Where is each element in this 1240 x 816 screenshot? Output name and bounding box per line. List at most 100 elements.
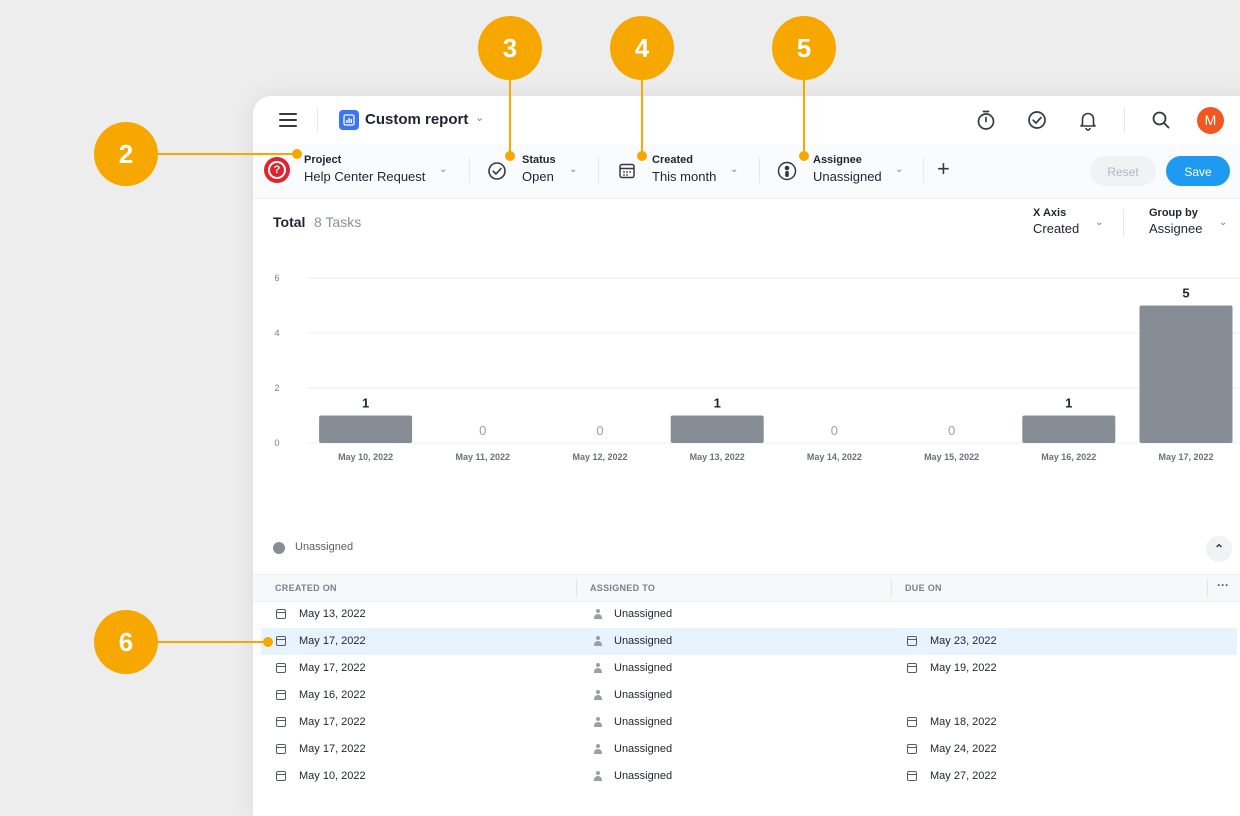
group-by-value: Assignee <box>1149 221 1203 236</box>
x-tick-label: May 12, 2022 <box>572 452 627 462</box>
y-tick-label: 0 <box>274 438 279 448</box>
data-label: 0 <box>831 423 838 438</box>
callout-dot <box>799 151 809 161</box>
column-header-due[interactable]: DUE ON <box>905 583 942 593</box>
check-circle-icon[interactable] <box>1026 109 1048 131</box>
callout-badge: 6 <box>94 610 158 674</box>
calendar-icon <box>276 663 286 673</box>
table-row[interactable]: May 17, 2022 Unassigned May 18, 2022 <box>261 709 1237 736</box>
top-bar: Custom report ⌄ M <box>253 96 1240 145</box>
chevron-down-icon[interactable]: ⌄ <box>730 164 738 175</box>
assignee-filter[interactable]: Assignee Unassigned ⌄ <box>773 144 913 198</box>
legend-swatch <box>273 542 285 554</box>
search-icon[interactable] <box>1150 109 1172 131</box>
legend-label: Unassigned <box>295 541 354 553</box>
created-filter-label: Created <box>652 154 693 166</box>
calendar-icon <box>276 744 286 754</box>
due-on-cell: May 23, 2022 <box>930 635 997 647</box>
user-icon <box>593 771 603 782</box>
assigned-to-cell: Unassigned <box>614 770 673 782</box>
filter-bar: ? Project Help Center Request ⌄ Status O… <box>253 144 1240 199</box>
chevron-down-icon[interactable]: ⌄ <box>439 164 447 175</box>
user-circle-icon <box>777 161 797 181</box>
help-center-icon: ? <box>264 157 290 183</box>
callout-line <box>158 641 268 643</box>
calendar-icon <box>907 717 917 727</box>
bar <box>319 415 413 443</box>
calendar-icon <box>276 609 286 619</box>
chevron-down-icon[interactable]: ⌄ <box>1095 217 1103 228</box>
reset-button[interactable]: Reset <box>1090 156 1156 186</box>
divider <box>576 579 577 597</box>
chevron-down-icon[interactable]: ⌄ <box>475 111 484 124</box>
status-filter[interactable]: Status Open ⌄ <box>483 144 583 198</box>
created-filter[interactable]: Created This month ⌄ <box>613 144 743 198</box>
table-row[interactable]: May 17, 2022 Unassigned May 23, 2022 <box>261 628 1237 655</box>
x-axis-label: X Axis <box>1033 207 1067 219</box>
table-body: May 13, 2022 Unassigned May 17, 2022 Unassi… <box>261 601 1237 790</box>
table-row[interactable]: May 16, 2022 Unassigned <box>261 682 1237 709</box>
user-icon <box>593 663 603 674</box>
check-circle-icon <box>488 162 506 180</box>
callout-badge: 5 <box>772 16 836 80</box>
divider <box>759 157 760 183</box>
status-filter-value: Open <box>522 169 554 184</box>
table-row[interactable]: May 13, 2022 Unassigned <box>261 601 1237 628</box>
table-row[interactable]: May 17, 2022 Unassigned May 19, 2022 <box>261 655 1237 682</box>
data-label: 0 <box>596 423 603 438</box>
calendar-icon <box>907 663 917 673</box>
divider <box>1123 209 1124 237</box>
callout-line <box>641 80 643 154</box>
status-filter-label: Status <box>522 154 556 166</box>
x-tick-label: May 11, 2022 <box>456 452 511 462</box>
callout-line <box>509 80 511 154</box>
user-icon <box>593 717 603 728</box>
avatar[interactable]: M <box>1197 107 1224 134</box>
callout-badge: 2 <box>94 122 158 186</box>
created-on-cell: May 13, 2022 <box>299 608 366 620</box>
created-on-cell: May 17, 2022 <box>299 716 366 728</box>
calendar-icon <box>276 717 286 727</box>
x-tick-label: May 17, 2022 <box>1158 452 1213 462</box>
chevron-down-icon[interactable]: ⌄ <box>895 164 903 175</box>
divider <box>1124 108 1125 132</box>
y-tick-label: 4 <box>274 328 279 338</box>
column-header-assigned[interactable]: ASSIGNED TO <box>590 583 655 593</box>
report-title[interactable]: Custom report <box>365 111 468 128</box>
user-icon <box>593 609 603 620</box>
x-tick-label: May 15, 2022 <box>924 452 979 462</box>
created-on-cell: May 17, 2022 <box>299 743 366 755</box>
data-label: 1 <box>1065 396 1072 411</box>
x-tick-label: May 14, 2022 <box>807 452 862 462</box>
callout-dot <box>292 149 302 159</box>
chevron-down-icon[interactable]: ⌄ <box>1219 217 1227 228</box>
created-on-cell: May 17, 2022 <box>299 635 366 647</box>
data-label: 5 <box>1182 286 1189 301</box>
menu-icon[interactable] <box>279 113 297 127</box>
assigned-to-cell: Unassigned <box>614 743 673 755</box>
x-tick-label: May 16, 2022 <box>1041 452 1096 462</box>
bell-icon[interactable] <box>1077 109 1099 131</box>
chevron-down-icon[interactable]: ⌄ <box>569 164 577 175</box>
table-row[interactable]: May 10, 2022 Unassigned May 27, 2022 <box>261 763 1237 790</box>
callout-badge: 3 <box>478 16 542 80</box>
group-by-label: Group by <box>1149 207 1198 219</box>
callout-dot <box>637 151 647 161</box>
plus-icon[interactable]: + <box>937 158 950 180</box>
calendar-icon <box>619 163 635 179</box>
x-axis-selector[interactable]: X Axis Created ⌄ <box>1033 207 1103 236</box>
collapse-chevrons-icon[interactable]: ⌃ <box>1206 536 1232 562</box>
save-button[interactable]: Save <box>1166 156 1230 186</box>
created-on-cell: May 10, 2022 <box>299 770 366 782</box>
more-icon[interactable]: ··· <box>1217 578 1229 592</box>
created-on-cell: May 16, 2022 <box>299 689 366 701</box>
calendar-icon <box>907 771 917 781</box>
total-label: Total <box>273 214 306 230</box>
table-row[interactable]: May 17, 2022 Unassigned May 24, 2022 <box>261 736 1237 763</box>
group-by-selector[interactable]: Group by Assignee ⌄ <box>1149 207 1227 236</box>
timer-icon[interactable] <box>975 109 997 131</box>
callout-badge: 4 <box>610 16 674 80</box>
calendar-icon <box>907 744 917 754</box>
user-icon <box>593 744 603 755</box>
column-header-created[interactable]: CREATED ON <box>275 583 337 593</box>
